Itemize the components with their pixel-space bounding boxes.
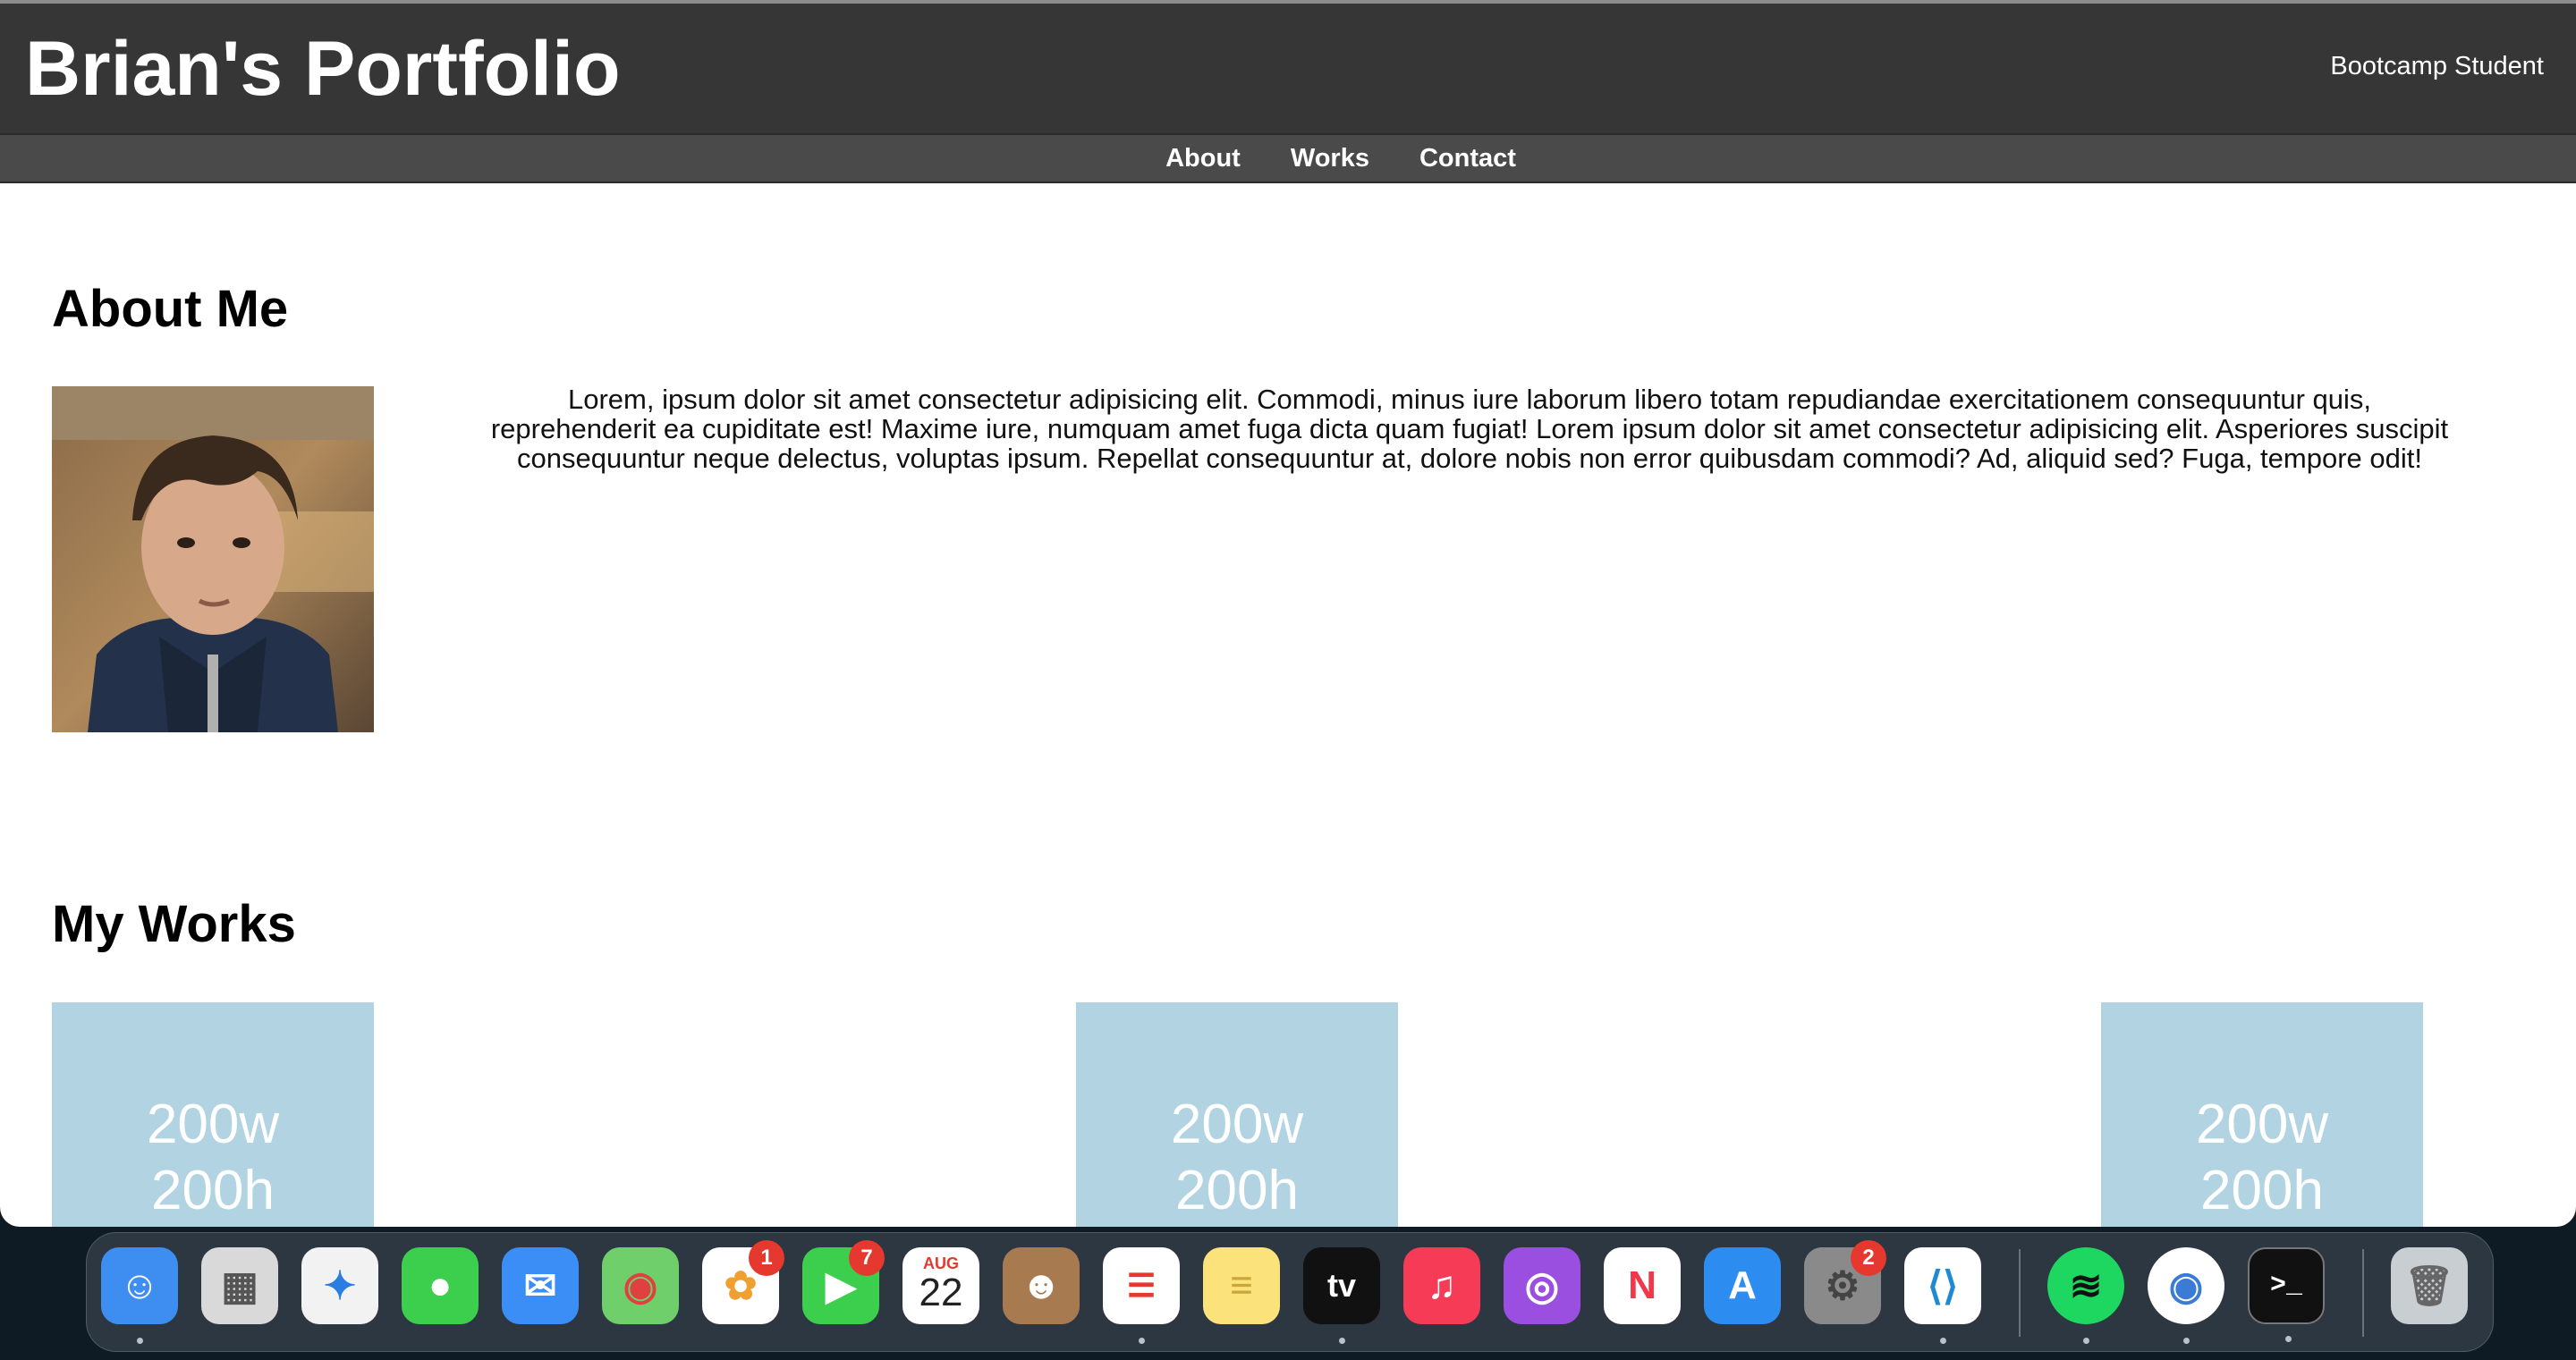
- app-store-a-glyph: A: [1728, 1263, 1757, 1307]
- facetime-camera-glyph: ▶: [826, 1263, 856, 1308]
- safari-compass-glyph: ✦: [323, 1263, 357, 1308]
- news-n-glyph: N: [1628, 1263, 1657, 1307]
- running-indicator: [2285, 1336, 2292, 1342]
- dock-separator: [2362, 1249, 2364, 1337]
- work-card[interactable]: 200w 200h: [1076, 1002, 1398, 1227]
- app-store-icon[interactable]: A: [1704, 1247, 1781, 1324]
- work-card-width: 200w: [1170, 1094, 1304, 1155]
- maps-icon[interactable]: ◉: [602, 1247, 679, 1324]
- work-card-width: 200w: [2195, 1094, 2329, 1155]
- notification-badge: 7: [849, 1240, 885, 1276]
- apple-tv-icon[interactable]: tv: [1303, 1247, 1380, 1344]
- mail-icon[interactable]: ✉: [502, 1247, 579, 1324]
- spotify-icon[interactable]: ≋: [2047, 1247, 2124, 1344]
- browser-viewport: Brian's Portfolio Bootcamp Student About…: [0, 0, 2576, 1227]
- apple-tv-label: tv: [1326, 1267, 1356, 1304]
- chrome-logo-glyph: ◉: [2168, 1263, 2204, 1308]
- photos-icon[interactable]: ✿ 1: [702, 1240, 784, 1324]
- nav-about-link[interactable]: About: [1165, 144, 1241, 173]
- dock-separator: [2019, 1249, 2021, 1337]
- terminal-prompt-glyph: >_: [2269, 1271, 2302, 1301]
- notes-icon[interactable]: ≡: [1203, 1247, 1280, 1324]
- trash-can-glyph: 🗑: [2404, 1264, 2454, 1308]
- site-title: Brian's Portfolio: [25, 26, 621, 112]
- notes-lines-glyph: ≡: [1230, 1263, 1253, 1307]
- contacts-icon[interactable]: ☻: [1003, 1247, 1080, 1324]
- photos-flower-glyph: ✿: [724, 1263, 758, 1308]
- system-settings-icon[interactable]: ⚙ 2: [1804, 1240, 1886, 1324]
- running-indicator: [2183, 1338, 2190, 1344]
- work-card[interactable]: 200w 200h: [52, 1002, 374, 1227]
- music-icon[interactable]: ♫: [1403, 1247, 1480, 1324]
- running-indicator: [1139, 1338, 1145, 1344]
- about-paragraph: Lorem, ipsum dolor sit amet consectetur …: [490, 384, 2449, 474]
- messages-icon[interactable]: ●: [402, 1247, 479, 1324]
- site-subtitle: Bootcamp Student: [2330, 52, 2544, 80]
- vscode-logo-glyph: ⟨⟩: [1927, 1263, 1959, 1308]
- launchpad-icon[interactable]: ▦: [201, 1247, 278, 1324]
- maps-pin-glyph: ◉: [623, 1263, 658, 1308]
- site-header: Brian's Portfolio Bootcamp Student: [0, 4, 2576, 133]
- mail-envelope-glyph: ✉: [523, 1263, 557, 1308]
- news-icon[interactable]: N: [1604, 1247, 1681, 1324]
- launchpad-grid-glyph: ▦: [221, 1263, 258, 1308]
- nav-contact-link[interactable]: Contact: [1419, 144, 1516, 173]
- work-card-height: 200h: [1175, 1160, 1299, 1221]
- running-indicator: [2083, 1338, 2089, 1344]
- running-indicator: [1940, 1338, 1946, 1344]
- work-card-height: 200h: [151, 1160, 275, 1221]
- work-card-width: 200w: [146, 1094, 280, 1155]
- trash-icon[interactable]: 🗑: [2391, 1247, 2468, 1324]
- notification-badge: 2: [1851, 1240, 1886, 1276]
- works-heading: My Works: [52, 895, 296, 953]
- vscode-icon[interactable]: ⟨⟩: [1904, 1247, 1981, 1344]
- calendar-day: 22: [919, 1270, 963, 1314]
- reminders-list-glyph: ☰: [1126, 1267, 1157, 1304]
- facetime-icon[interactable]: ▶ 7: [802, 1240, 885, 1324]
- finder-icon[interactable]: ☺: [101, 1247, 178, 1344]
- running-indicator: [1339, 1338, 1345, 1344]
- profile-photo-illustration: [52, 386, 374, 732]
- contacts-person-glyph: ☻: [1020, 1263, 1063, 1307]
- reminders-icon[interactable]: ☰: [1103, 1247, 1180, 1344]
- spotify-waves-glyph: ≋: [2069, 1263, 2103, 1308]
- macos-dock: ☺ ▦ ✦ ● ✉ ◉ ✿ 1 ▶ 7 AUG 22 ☻ ☰ ≡ tv ♫ ◎ N …: [86, 1232, 2494, 1352]
- notification-badge: 1: [749, 1240, 784, 1276]
- calendar-icon[interactable]: AUG 22: [902, 1247, 979, 1324]
- music-note-glyph: ♫: [1427, 1263, 1457, 1307]
- messages-bubble-glyph: ●: [428, 1263, 453, 1307]
- safari-icon[interactable]: ✦: [301, 1247, 378, 1324]
- site-nav: About Works Contact: [0, 133, 2576, 183]
- podcasts-icon[interactable]: ◎: [1504, 1247, 1580, 1324]
- chrome-icon[interactable]: ◉: [2148, 1247, 2224, 1344]
- work-card-height: 200h: [2200, 1160, 2324, 1221]
- running-indicator: [137, 1338, 143, 1344]
- nav-works-link[interactable]: Works: [1291, 144, 1369, 173]
- work-card[interactable]: 200w 200h: [2101, 1002, 2423, 1227]
- about-heading: About Me: [52, 280, 289, 338]
- terminal-icon[interactable]: >_: [2248, 1247, 2325, 1342]
- finder-face-glyph: ☺: [119, 1263, 160, 1307]
- podcasts-mic-glyph: ◎: [1524, 1263, 1560, 1308]
- profile-photo: [52, 386, 374, 732]
